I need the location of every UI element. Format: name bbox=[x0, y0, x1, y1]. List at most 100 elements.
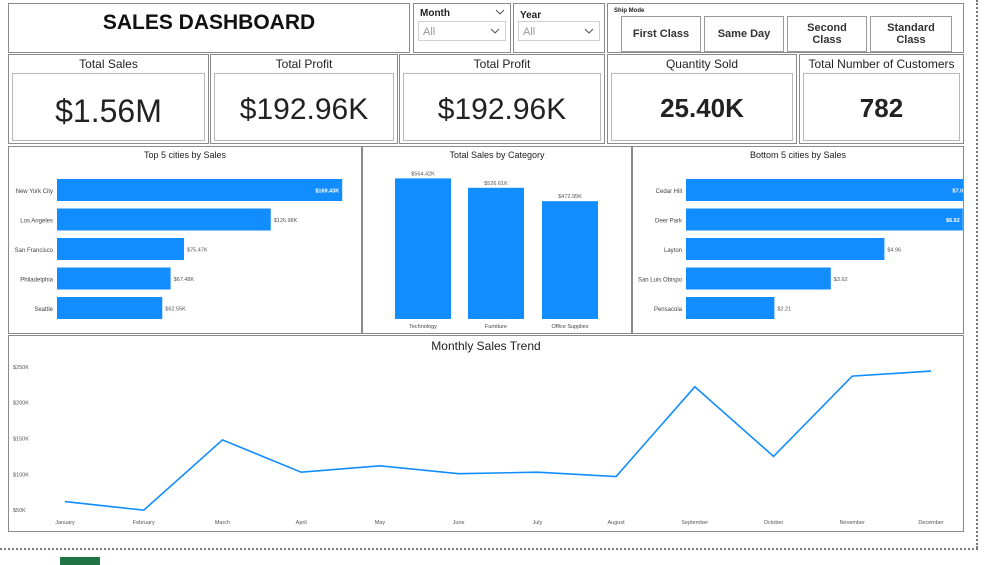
data-label: $75.47K bbox=[187, 248, 208, 254]
category-label: Cedar Hill bbox=[656, 189, 682, 195]
ship-mode-second-class-button[interactable]: Second Class bbox=[787, 16, 867, 52]
year-dropdown-value: All bbox=[523, 26, 535, 38]
bar bbox=[542, 201, 598, 319]
chevron-down-icon bbox=[583, 25, 595, 37]
bar bbox=[468, 188, 524, 319]
x-tick-label: May bbox=[375, 520, 386, 526]
data-label: $7.08 bbox=[952, 189, 963, 195]
kpi-label: Total Profit bbox=[211, 57, 397, 71]
y-tick-label: $100K bbox=[13, 472, 29, 478]
y-tick-label: $200K bbox=[13, 401, 29, 407]
monthly-trend-chart-card: Monthly Sales Trend $250K $200K $150K $100K… bbox=[8, 335, 964, 532]
top-cities-chart-card: Top 5 cities by Sales New York City $169.… bbox=[8, 146, 362, 334]
top-cities-bar-chart: New York City $169.43K Los Angeles $126.98K… bbox=[9, 163, 361, 333]
data-label: $564.42K bbox=[411, 171, 435, 177]
month-dropdown-value: All bbox=[423, 26, 435, 38]
kpi-value: $192.96K bbox=[400, 93, 604, 127]
ship-mode-slicer: Ship Mode First Class Same Day Second Cl… bbox=[607, 3, 964, 53]
x-tick-label: January bbox=[55, 520, 75, 526]
chevron-down-icon bbox=[489, 25, 501, 37]
kpi-value: $1.56M bbox=[9, 93, 208, 130]
bar bbox=[686, 238, 884, 260]
category-label: San Luis Obispo bbox=[638, 278, 683, 284]
data-label: $526.61K bbox=[484, 181, 508, 187]
year-slicer: Year All bbox=[513, 3, 605, 53]
category-label: Layton bbox=[664, 248, 682, 254]
sales-trend-line bbox=[65, 371, 931, 510]
category-label: New York City bbox=[16, 189, 53, 195]
chart-title: Total Sales by Category bbox=[363, 150, 631, 160]
bar bbox=[686, 268, 831, 290]
bottom-cities-bar-chart: Cedar Hill $7.08 Deer Park $6.92 Layton $4.96… bbox=[633, 163, 963, 333]
chart-title: Top 5 cities by Sales bbox=[9, 150, 361, 160]
data-label: $3.62 bbox=[834, 277, 848, 283]
kpi-label: Total Profit bbox=[400, 57, 604, 71]
bar bbox=[57, 209, 271, 231]
ship-mode-first-class-button[interactable]: First Class bbox=[621, 16, 701, 52]
category-label: Technology bbox=[409, 324, 437, 330]
kpi-value: $192.96K bbox=[211, 93, 397, 127]
chevron-down-icon[interactable] bbox=[494, 6, 506, 18]
ship-mode-standard-class-button[interactable]: Standard Class bbox=[870, 16, 952, 52]
data-label: $62.55K bbox=[165, 307, 186, 313]
category-label: Seattle bbox=[34, 307, 53, 313]
x-tick-label: December bbox=[918, 520, 944, 526]
bar bbox=[57, 238, 184, 260]
x-tick-label: November bbox=[840, 520, 866, 526]
y-tick-label: $150K bbox=[13, 437, 29, 443]
page-boundary-bottom bbox=[0, 548, 978, 550]
y-tick-label: $250K bbox=[13, 365, 29, 371]
category-label: Office Supplies bbox=[552, 324, 589, 330]
kpi-card-total-profit: Total Profit $192.96K bbox=[210, 54, 398, 144]
category-label: Deer Park bbox=[655, 219, 683, 225]
x-tick-label: April bbox=[296, 520, 307, 526]
ship-mode-label: Ship Mode bbox=[614, 8, 644, 14]
month-slicer: Month All bbox=[413, 3, 511, 53]
category-label: Furniture bbox=[485, 324, 507, 330]
x-tick-label: March bbox=[215, 520, 230, 526]
category-chart-card: Total Sales by Category $564.42K Technolo… bbox=[362, 146, 632, 334]
kpi-value: 25.40K bbox=[608, 93, 796, 124]
x-tick-label: July bbox=[532, 520, 542, 526]
data-label: $126.98K bbox=[274, 218, 298, 224]
y-tick-label: $50K bbox=[13, 508, 26, 514]
bar bbox=[686, 179, 963, 201]
data-label: $4.96 bbox=[887, 248, 901, 254]
bar bbox=[686, 209, 963, 231]
bar bbox=[395, 178, 451, 319]
year-dropdown[interactable]: All bbox=[518, 21, 600, 41]
bar bbox=[686, 297, 774, 319]
monthly-sales-line-chart: $250K $200K $150K $100K $50K January February M… bbox=[9, 353, 963, 531]
data-label: $6.92 bbox=[946, 218, 960, 224]
kpi-card-total-customers: Total Number of Customers 782 bbox=[799, 54, 964, 144]
x-tick-label: June bbox=[453, 520, 465, 526]
page-boundary-right bbox=[976, 0, 978, 548]
dashboard-title: SALES DASHBOARD bbox=[9, 11, 409, 35]
chart-title: Bottom 5 cities by Sales bbox=[633, 150, 963, 160]
x-tick-label: February bbox=[133, 520, 155, 526]
data-label: $67.48K bbox=[174, 277, 195, 283]
chart-title: Monthly Sales Trend bbox=[9, 339, 963, 353]
x-tick-label: September bbox=[681, 520, 708, 526]
kpi-card-total-profit-2: Total Profit $192.96K bbox=[399, 54, 605, 144]
kpi-value: 782 bbox=[800, 93, 963, 124]
kpi-label: Total Number of Customers bbox=[800, 57, 963, 71]
month-slicer-label: Month bbox=[420, 8, 450, 19]
category-label: Philadelphia bbox=[20, 278, 53, 284]
kpi-label: Total Sales bbox=[9, 57, 208, 71]
bar bbox=[57, 179, 342, 201]
data-label: $169.43K bbox=[315, 189, 339, 195]
category-label: Los Angeles bbox=[20, 219, 53, 225]
kpi-label: Quantity Sold bbox=[608, 57, 796, 71]
x-tick-label: August bbox=[608, 520, 626, 526]
x-tick-label: October bbox=[764, 520, 784, 526]
ship-mode-same-day-button[interactable]: Same Day bbox=[704, 16, 784, 52]
month-dropdown[interactable]: All bbox=[418, 21, 506, 41]
dashboard-title-card: SALES DASHBOARD bbox=[8, 3, 410, 53]
data-label: $2.21 bbox=[777, 307, 791, 313]
kpi-card-total-sales: Total Sales $1.56M bbox=[8, 54, 209, 144]
bottom-cities-chart-card: Bottom 5 cities by Sales Cedar Hill $7.08… bbox=[632, 146, 964, 334]
category-label: Pensacola bbox=[654, 307, 683, 313]
category-label: San Francisco bbox=[15, 248, 54, 254]
bar bbox=[57, 268, 171, 290]
